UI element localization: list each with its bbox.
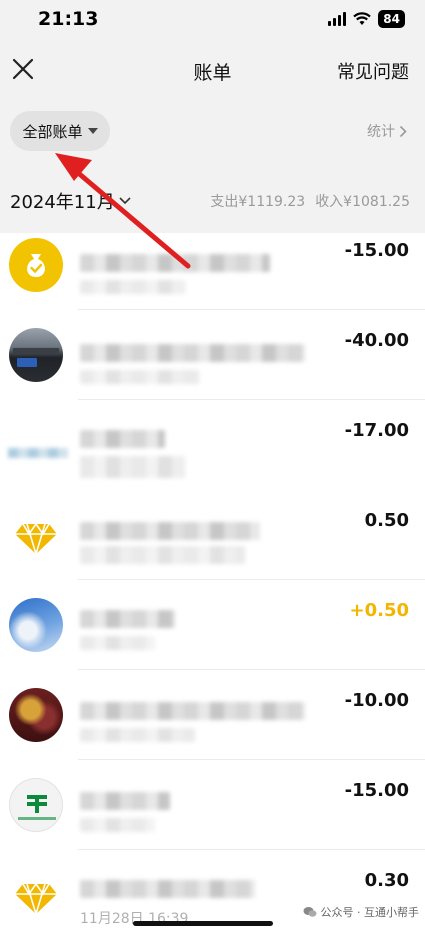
month-selector[interactable]: 2024年11月 [10,188,131,214]
expense-total: 支出¥1119.23 [210,194,306,210]
transaction-amount: -10.00 [344,690,409,711]
status-time: 21:13 [38,8,99,30]
diamond-icon [15,882,57,917]
transaction-amount: -40.00 [344,330,409,351]
diamond-icon [15,522,57,557]
transaction-amount: 0.50 [364,510,409,531]
transaction-row[interactable]: -40.00 [0,310,425,400]
stats-link[interactable]: 统计 [367,121,407,141]
wechat-icon [303,907,316,917]
signal-icon [328,12,347,26]
transaction-amount: -15.00 [344,780,409,801]
chevron-down-icon [119,197,131,205]
transaction-row[interactable]: -15.00 [0,220,425,310]
transaction-amount: -15.00 [344,240,409,261]
watermark: 公众号 · 互通小帮手 [302,904,420,920]
transaction-row[interactable]: -15.00 [0,760,425,850]
faq-link[interactable]: 常见问题 [337,58,409,84]
food-photo-avatar [9,688,63,742]
wifi-icon [353,12,372,25]
transaction-amount: 0.30 [364,870,409,891]
triangle-down-icon [87,128,98,134]
home-indicator [133,921,273,926]
car-photo-avatar [9,328,63,382]
moneybag-icon [9,238,63,292]
stats-label: 统计 [367,124,395,140]
watermark-text: 公众号 · 互通小帮手 [320,906,420,919]
all-bills-filter-button[interactable]: 全部账单 [10,111,110,151]
month-label: 2024年11月 [10,192,115,213]
transaction-row[interactable]: -10.00 [0,670,425,760]
income-total: 收入¥1081.25 [315,194,410,210]
transaction-row[interactable]: +0.50 [0,580,425,670]
battery-icon: 84 [378,10,405,28]
transaction-row[interactable]: 0.50 [0,490,425,580]
transaction-amount: -17.00 [344,420,409,441]
filter-label: 全部账单 [22,122,83,141]
post-office-logo [9,778,63,832]
transaction-row[interactable]: -17.00 [0,400,425,490]
sky-photo-avatar [9,598,63,652]
status-icons: 84 [328,10,405,28]
chevron-right-icon [399,125,407,137]
transaction-amount: +0.50 [349,600,410,621]
month-summary: 支出¥1119.23 收入¥1081.25 [210,191,410,211]
